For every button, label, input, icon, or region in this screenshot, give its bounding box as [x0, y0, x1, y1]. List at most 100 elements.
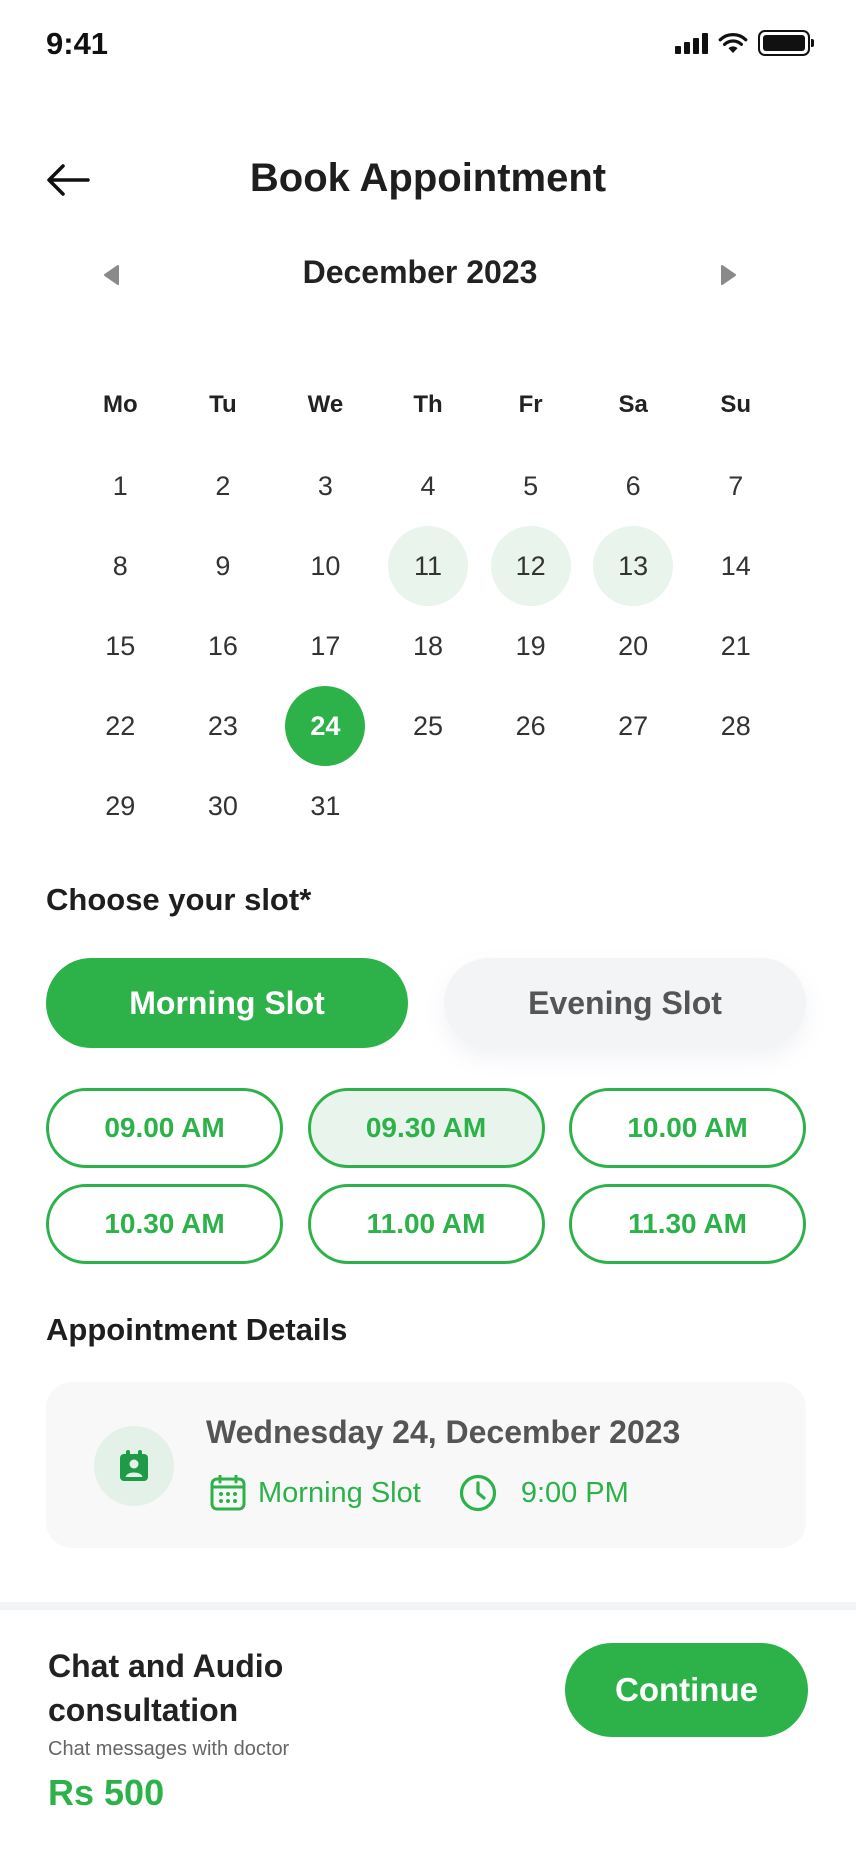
- calendar-day-highlighted[interactable]: 12: [479, 526, 582, 606]
- weekday-label: We: [307, 391, 344, 418]
- battery-icon: [758, 30, 814, 56]
- time-slot-chip[interactable]: 10.00 AM: [569, 1088, 806, 1168]
- time-slot-chip[interactable]: 11.30 AM: [569, 1184, 806, 1264]
- appointment-details-card: Wednesday 24, December 2023 Morning Slot…: [46, 1382, 806, 1548]
- calendar-day[interactable]: 7: [684, 446, 787, 526]
- time-slot-chip[interactable]: 10.30 AM: [46, 1184, 283, 1264]
- calendar-day-number: 28: [720, 710, 751, 741]
- calendar-day[interactable]: 16: [172, 606, 275, 686]
- calendar-empty-cell: [377, 766, 480, 846]
- calendar-day-highlighted[interactable]: 13: [582, 526, 685, 606]
- calendar-day[interactable]: 2: [172, 446, 275, 526]
- calendar-day[interactable]: 9: [172, 526, 275, 606]
- calendar-day[interactable]: 8: [69, 526, 172, 606]
- calendar-day[interactable]: 3: [274, 446, 377, 526]
- calendar-week-row: 1 2 3 4 5 6 7: [69, 446, 787, 526]
- evening-slot-button[interactable]: Evening Slot: [444, 958, 806, 1048]
- calendar-day[interactable]: 14: [684, 526, 787, 606]
- calendar-day[interactable]: 19: [479, 606, 582, 686]
- calendar-day-number: 3: [317, 470, 333, 501]
- header: Book Appointment: [0, 140, 856, 220]
- calendar-day-number: 12: [490, 526, 571, 606]
- footer-divider: [0, 1602, 856, 1610]
- calendar-day[interactable]: 15: [69, 606, 172, 686]
- calendar-day-number: 22: [105, 710, 136, 741]
- calendar-day-number: 21: [720, 630, 751, 661]
- time-slot-chip-selected[interactable]: 09.30 AM: [307, 1088, 545, 1168]
- calendar-day-number: 27: [618, 710, 649, 741]
- calendar-week-row: 29 30 31: [69, 766, 787, 846]
- caret-right-icon: [721, 265, 736, 285]
- calendar-day[interactable]: 22: [69, 686, 172, 766]
- calendar-weeks: 1 2 3 4 5 6 7 8 9 10 11 12 13 14 15 16 17 18 19 20 21 22 23 24 2…: [69, 446, 787, 846]
- calendar-day[interactable]: 21: [684, 606, 787, 686]
- weekday-header-row: Mo Tu We Th Fr Sa Su: [69, 380, 787, 430]
- calendar-empty-cell-inner: [696, 766, 776, 846]
- month-navigation: December 2023: [90, 250, 750, 300]
- calendar-day-number: 4: [420, 470, 436, 501]
- calendar-day-number: 26: [515, 710, 546, 741]
- calendar-day-number: 8: [112, 550, 128, 581]
- calendar-empty-cell-inner: [491, 766, 571, 846]
- next-month-button[interactable]: [716, 262, 742, 288]
- consultation-subtitle: Chat messages with doctor: [48, 1738, 290, 1760]
- time-slot-chip[interactable]: 09.00 AM: [46, 1088, 283, 1168]
- calendar-day-number: 10: [310, 550, 341, 581]
- calendar-day[interactable]: 10: [274, 526, 377, 606]
- status-icons: [675, 30, 814, 56]
- calendar-day-number: 23: [207, 710, 238, 741]
- continue-button[interactable]: Continue: [565, 1643, 808, 1737]
- calendar-day[interactable]: 29: [69, 766, 172, 846]
- calendar-day[interactable]: 23: [172, 686, 275, 766]
- calendar-day-selected[interactable]: 24: [274, 686, 377, 766]
- calendar-day-number: 7: [728, 470, 744, 501]
- status-bar: 9:41: [0, 0, 856, 90]
- calendar-empty-cell: [582, 766, 685, 846]
- appointment-time: 9:00 PM: [520, 1476, 629, 1509]
- calendar-day[interactable]: 4: [377, 446, 480, 526]
- calendar-day[interactable]: 20: [582, 606, 685, 686]
- calendar-day[interactable]: 17: [274, 606, 377, 686]
- details-avatar: [94, 1426, 174, 1506]
- cellular-signal-icon: [675, 32, 708, 54]
- calendar-day[interactable]: 28: [684, 686, 787, 766]
- calendar-day[interactable]: 18: [377, 606, 480, 686]
- calendar-day-number: 1: [112, 470, 128, 501]
- page-title: Book Appointment: [249, 156, 607, 200]
- calendar-day-number: 9: [215, 550, 231, 581]
- calendar-day[interactable]: 30: [172, 766, 275, 846]
- weekday-label: Th: [413, 391, 443, 418]
- appointment-meta: Morning Slot 9:00 PM: [210, 1474, 629, 1512]
- calendar-day[interactable]: 27: [582, 686, 685, 766]
- slot-section-title: Choose your slot*: [46, 882, 312, 917]
- calendar-day-number: 13: [593, 526, 674, 606]
- calendar-day-number: 5: [523, 470, 539, 501]
- morning-slot-button[interactable]: Morning Slot: [46, 958, 408, 1048]
- details-section-title: Appointment Details: [46, 1312, 348, 1347]
- calendar-day-number: 6: [625, 470, 641, 501]
- consultation-price: Rs 500: [48, 1772, 165, 1813]
- time-slot-chip[interactable]: 11.00 AM: [307, 1184, 545, 1264]
- calendar-day-number: 2: [215, 470, 231, 501]
- calendar-day[interactable]: 31: [274, 766, 377, 846]
- calendar-day[interactable]: 25: [377, 686, 480, 766]
- calendar-day[interactable]: 5: [479, 446, 582, 526]
- appointment-date: Wednesday 24, December 2023: [206, 1414, 681, 1450]
- calendar-day[interactable]: 6: [582, 446, 685, 526]
- calendar-day-number: 24: [285, 686, 366, 766]
- calendar-icon: [210, 1475, 246, 1511]
- calendar-day[interactable]: 26: [479, 686, 582, 766]
- calendar-day-number: 15: [105, 630, 136, 661]
- weekday-label: Mo: [102, 391, 138, 418]
- calendar-week-row: 8 9 10 11 12 13 14: [69, 526, 787, 606]
- wifi-icon: [718, 33, 748, 53]
- calendar-day-number: 17: [310, 630, 341, 661]
- calendar-week-row: 15 16 17 18 19 20 21: [69, 606, 787, 686]
- calendar-empty-cell: [684, 766, 787, 846]
- calendar-day-number: 30: [207, 790, 238, 821]
- calendar-day[interactable]: 1: [69, 446, 172, 526]
- calendar-day-number: 20: [618, 630, 649, 661]
- calendar-day-number: 16: [207, 630, 238, 661]
- weekday-label: Sa: [618, 391, 648, 418]
- calendar-day-highlighted[interactable]: 11: [377, 526, 480, 606]
